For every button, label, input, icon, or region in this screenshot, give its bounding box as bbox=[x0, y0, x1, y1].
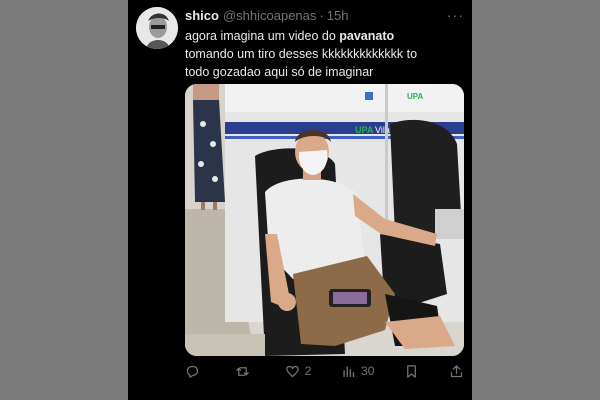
tweet-text-line2: tomando um tiro desses kkkkkkkkkkkkk to bbox=[185, 47, 418, 61]
display-name[interactable]: shico bbox=[185, 8, 219, 23]
separator-dot: · bbox=[319, 7, 324, 23]
retweet-button[interactable] bbox=[235, 364, 255, 379]
bookmark-button[interactable] bbox=[404, 364, 419, 379]
like-button[interactable]: 2 bbox=[285, 364, 312, 379]
tweet-card[interactable]: shico @shhicoapenas · 15h ··· agora imag… bbox=[128, 0, 472, 400]
share-button[interactable] bbox=[449, 364, 464, 379]
avatar-image bbox=[136, 7, 178, 49]
tweet-header: shico @shhicoapenas · 15h ··· bbox=[185, 7, 464, 23]
tweet-text: agora imagina um video do pavanato toman… bbox=[185, 27, 460, 81]
photo-image: UPA Vila Mariana UPA bbox=[185, 84, 464, 356]
tweet-mention: pavanato bbox=[339, 29, 395, 43]
tweet-text-line1: agora imagina um video do bbox=[185, 29, 340, 43]
user-handle[interactable]: @shhicoapenas bbox=[223, 8, 316, 23]
retweet-icon bbox=[236, 366, 249, 376]
reply-icon bbox=[186, 365, 199, 378]
more-icon[interactable]: ··· bbox=[447, 7, 464, 23]
avatar[interactable] bbox=[136, 7, 178, 49]
sign-brand: UPA bbox=[355, 125, 374, 135]
timestamp[interactable]: 15h bbox=[327, 8, 349, 23]
like-icon bbox=[285, 365, 299, 377]
tweet-actions: 2 30 bbox=[185, 361, 464, 381]
sign-upa-small: UPA bbox=[407, 92, 424, 101]
views-icon bbox=[343, 365, 355, 377]
tweet-media-photo[interactable]: UPA Vila Mariana UPA bbox=[185, 84, 464, 356]
bookmark-icon bbox=[407, 364, 417, 378]
like-count: 2 bbox=[304, 364, 312, 378]
views-button[interactable]: 30 bbox=[341, 364, 374, 379]
tweet-text-line3: todo gozadao aqui só de imaginar bbox=[185, 65, 374, 79]
share-icon bbox=[450, 364, 463, 377]
views-count: 30 bbox=[361, 364, 375, 378]
reply-button[interactable] bbox=[185, 364, 205, 379]
